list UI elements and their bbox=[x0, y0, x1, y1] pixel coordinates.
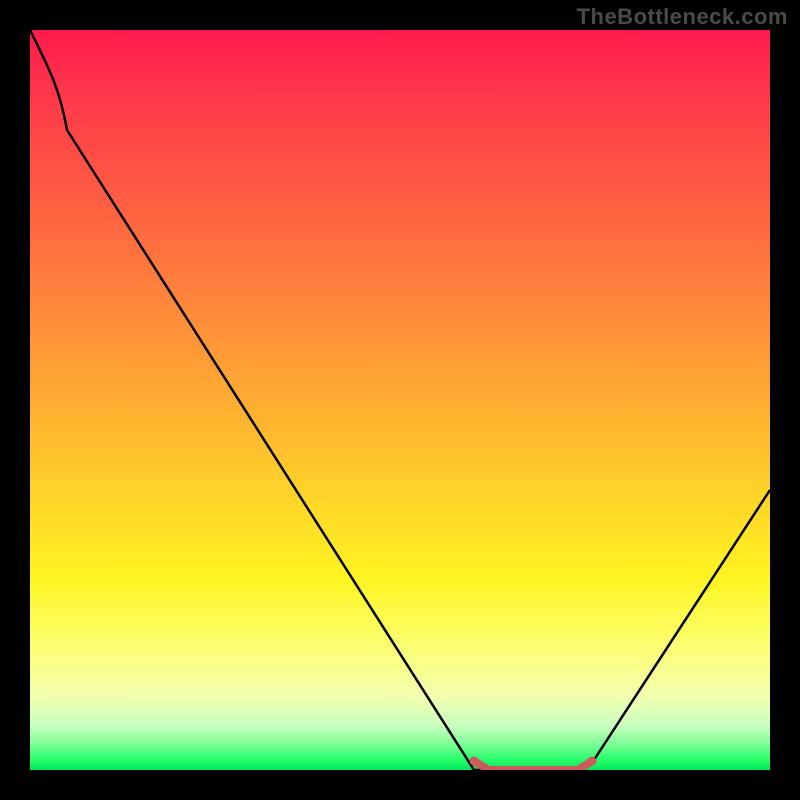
chart-frame: TheBottleneck.com bbox=[0, 0, 800, 800]
watermark-text: TheBottleneck.com bbox=[577, 4, 788, 30]
gradient-background bbox=[30, 30, 770, 770]
plot-area bbox=[30, 30, 770, 770]
